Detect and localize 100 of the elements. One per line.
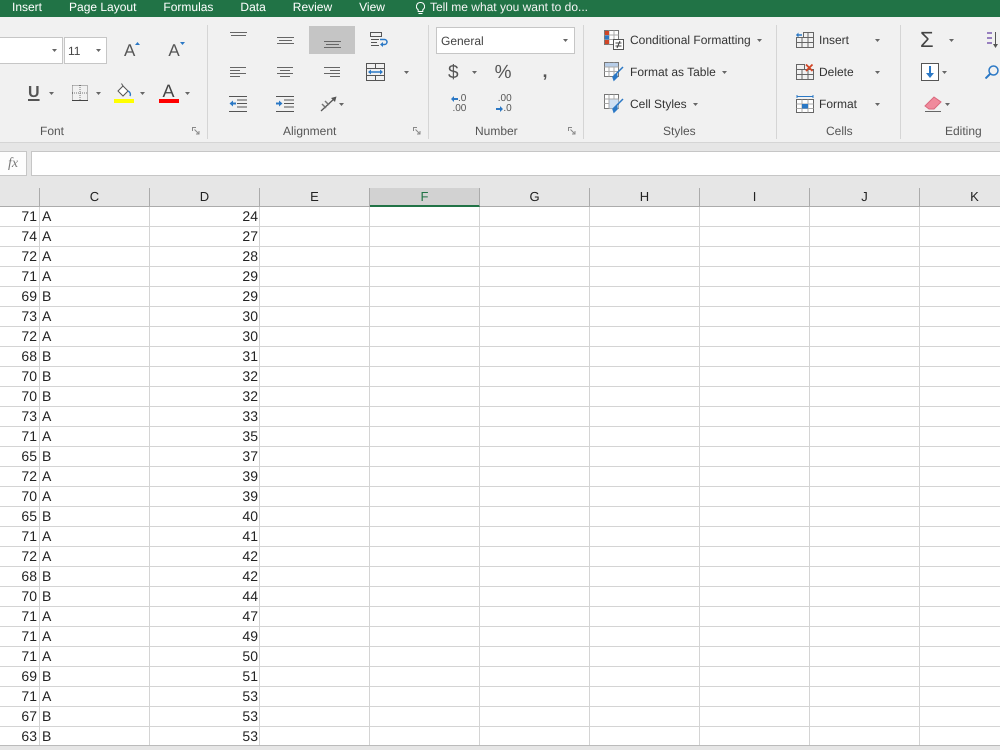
table-cell: 72 — [21, 247, 37, 266]
table-cell: A — [42, 267, 52, 286]
ribbon-tab[interactable]: View — [359, 0, 385, 15]
align-left-icon — [230, 67, 246, 77]
number-format-dropdown[interactable]: General — [436, 27, 575, 54]
table-cell: B — [42, 507, 52, 526]
table-cell: 27 — [242, 227, 258, 246]
align-middle-icon — [276, 36, 294, 44]
caret-icon — [875, 38, 880, 42]
table-cell: 33 — [242, 407, 258, 426]
formula-input[interactable] — [31, 151, 1000, 176]
table-cell: 71 — [21, 207, 37, 226]
caret-icon — [875, 102, 880, 106]
caret-icon — [339, 102, 344, 106]
grow-font-button[interactable]: A — [124, 37, 140, 64]
table-cell: 72 — [21, 327, 37, 346]
column-header[interactable]: F — [370, 188, 480, 207]
percent-button[interactable]: % — [494, 58, 512, 86]
table-cell: 28 — [242, 247, 258, 266]
underline-button[interactable]: U — [28, 81, 54, 105]
table-cell: 65 — [21, 447, 37, 466]
table-cell: 71 — [21, 267, 37, 286]
table-cell: 71 — [21, 627, 37, 646]
ribbon-tab[interactable]: Formulas — [163, 0, 214, 15]
table-cell: 63 — [21, 727, 37, 745]
cells-command-button[interactable]: Delete — [793, 59, 883, 85]
table-cell: 50 — [242, 647, 258, 666]
caret-icon — [875, 70, 880, 74]
dialog-launcher-icon[interactable] — [192, 127, 200, 135]
up-triangle-icon — [135, 42, 140, 45]
vertical-align-button[interactable] — [309, 26, 355, 54]
autosum-button[interactable]: Σ — [920, 26, 954, 54]
decrease-decimal-button[interactable]: .0 .00 — [451, 90, 466, 118]
table-cell: B — [42, 287, 52, 306]
table-cell: 70 — [21, 367, 37, 386]
table-cell: A — [42, 407, 52, 426]
group-label: Cells — [826, 125, 853, 137]
table-cell: 72 — [21, 547, 37, 566]
ribbon-tab[interactable]: Data — [240, 0, 266, 15]
ribbon-tab[interactable]: Insert — [12, 0, 42, 15]
table-cell: A — [42, 627, 52, 646]
ribbon-tab[interactable]: Review — [292, 0, 332, 15]
table-cell: 71 — [21, 607, 37, 626]
color-swatch-icon — [158, 99, 179, 103]
sort-icon[interactable] — [986, 31, 998, 49]
table-cell: 72 — [21, 467, 37, 486]
caret-icon — [184, 92, 190, 94]
align-center-icon — [277, 67, 293, 77]
group-label: Alignment — [283, 125, 336, 137]
currency-button[interactable]: $ — [448, 58, 477, 86]
font-color-button[interactable]: A — [158, 81, 190, 105]
style-command-button[interactable]: Format as Table — [601, 59, 730, 85]
table-cell: B — [42, 387, 52, 406]
style-command-button[interactable]: Cell Styles — [601, 91, 701, 117]
table-cell: 53 — [242, 727, 258, 745]
insert-cells-icon — [796, 32, 814, 48]
table-cell: A — [42, 227, 52, 246]
dialog-launcher-icon[interactable] — [568, 127, 576, 135]
paint-bucket-icon — [114, 83, 134, 103]
table-cell: A — [42, 307, 52, 326]
table-cell: 74 — [21, 227, 37, 246]
table-cell: B — [42, 707, 52, 726]
table-cell: 73 — [21, 407, 37, 426]
table-cell: 71 — [21, 687, 37, 706]
group-label: Styles — [663, 125, 696, 137]
table-cell: B — [42, 447, 52, 466]
cells-command-button[interactable]: Insert — [793, 27, 883, 53]
table-cell: 51 — [242, 667, 258, 686]
table-cell: A — [42, 467, 52, 486]
table-cell: 39 — [242, 487, 258, 506]
format-cells-icon — [796, 95, 814, 113]
font-size-dropdown[interactable]: 11 — [64, 37, 107, 64]
style-command-button[interactable]: Conditional Formatting — [601, 27, 765, 53]
search-icon[interactable] — [985, 65, 999, 79]
table-cell: A — [42, 327, 52, 346]
table-cell: A — [42, 527, 52, 546]
caret-icon — [563, 39, 568, 42]
table-cell: A — [42, 247, 52, 266]
conditional-formatting-icon — [604, 30, 624, 50]
table-cell: 32 — [242, 367, 258, 386]
tell-me-field[interactable]: Tell me what you want to do... — [430, 0, 630, 15]
fill-color-button[interactable] — [114, 81, 145, 105]
table-cell: B — [42, 667, 52, 686]
cells-command-button[interactable]: Format — [793, 91, 883, 117]
dialog-launcher-icon[interactable] — [413, 127, 421, 135]
table-cell: 35 — [242, 427, 258, 446]
table-cell: 39 — [242, 467, 258, 486]
comma-button[interactable]: , — [542, 58, 548, 86]
group-label: Font — [40, 125, 64, 137]
align-right-icon — [324, 67, 340, 77]
increase-indent-icon — [276, 96, 294, 112]
shrink-font-button[interactable]: A — [168, 37, 185, 64]
increase-decimal-button[interactable]: .00 .0 — [496, 90, 512, 118]
table-cell: 42 — [242, 547, 258, 566]
group-label: Editing — [945, 125, 982, 137]
right-arrow-icon — [496, 106, 504, 112]
ribbon-tab[interactable]: Page Layout — [69, 0, 136, 15]
insert-function-button[interactable]: fx — [0, 151, 27, 176]
eraser-icon — [923, 96, 943, 112]
table-cell: 29 — [242, 287, 258, 306]
